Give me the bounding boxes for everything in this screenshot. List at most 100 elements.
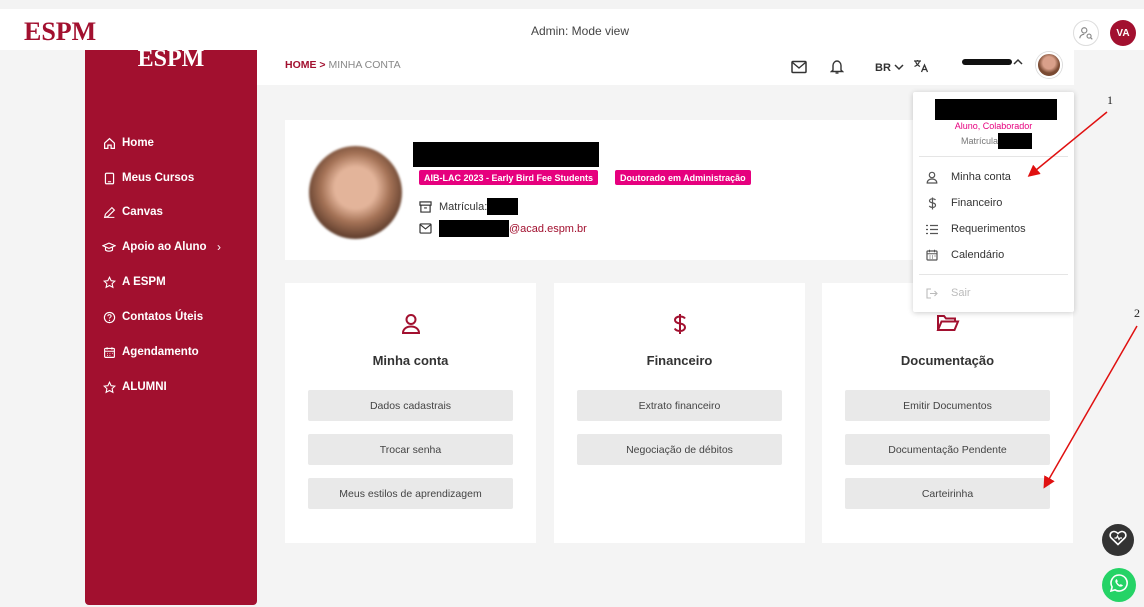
annotation-number-1: 1 — [1107, 93, 1113, 107]
trocar-senha-button[interactable]: Trocar senha — [308, 434, 513, 465]
dropdown-item-financeiro[interactable]: Financeiro — [925, 195, 1002, 211]
dollar-icon — [554, 313, 805, 340]
card-financeiro: Financeiro Extrato financeiro Negociação… — [554, 283, 805, 543]
folder-open-icon — [822, 313, 1073, 338]
card-title: Financeiro — [646, 353, 713, 368]
bell-icon[interactable] — [830, 55, 844, 79]
sidebar-item-label: Agendamento — [122, 346, 199, 358]
mail-icon[interactable] — [791, 55, 807, 79]
sidebar-item-label: Home — [122, 137, 154, 149]
annotation-number-2: 2 — [1134, 306, 1140, 320]
user-icon — [925, 171, 939, 184]
emitir-documentos-button[interactable]: Emitir Documentos — [845, 390, 1050, 421]
accessibility-heart-button[interactable] — [1102, 524, 1134, 556]
user-dropdown-menu: Aluno, Colaborador Matrícula Minha conta… — [913, 92, 1074, 312]
breadcrumb: HOME > MINHA CONTA — [285, 59, 401, 71]
language-code: BR — [875, 61, 891, 74]
breadcrumb-separator: > — [319, 59, 326, 71]
dropdown-matricula-label: Matrícula — [961, 136, 999, 146]
extrato-financeiro-button[interactable]: Extrato financeiro — [577, 390, 782, 421]
main-header: HOME > MINHA CONTA BR — [257, 50, 1074, 85]
sidebar-item-meus-cursos[interactable]: Meus Cursos — [102, 168, 194, 188]
profile-name-redacted — [413, 142, 599, 167]
calendar-icon — [102, 345, 116, 359]
matricula-label: Matrícula: — [439, 200, 488, 213]
dropdown-item-minha-conta[interactable]: Minha conta — [925, 169, 1011, 185]
sidebar-item-home[interactable]: Home — [102, 133, 154, 153]
dropdown-divider — [919, 156, 1068, 157]
star-icon — [102, 275, 116, 289]
graduation-cap-icon — [102, 240, 116, 254]
sidebar-item-agendamento[interactable]: Agendamento — [102, 342, 199, 362]
translate-icon — [913, 59, 929, 76]
sidebar-item-label: Meus Cursos — [122, 172, 195, 184]
question-circle-icon — [102, 310, 116, 324]
chevron-down-icon — [894, 62, 904, 74]
logout-icon — [925, 287, 939, 299]
heart-icon — [1109, 530, 1127, 551]
dropdown-item-calendario[interactable]: Calendário — [925, 247, 1004, 263]
sidebar-item-canvas[interactable]: Canvas — [102, 202, 163, 222]
card-title: Minha conta — [372, 353, 449, 368]
home-icon — [102, 136, 116, 150]
mail-icon — [419, 223, 433, 234]
email-row: @acad.espm.br — [419, 220, 587, 237]
sidebar-item-label: A ESPM — [122, 276, 166, 288]
dropdown-item-label: Requerimentos — [951, 223, 1026, 235]
profile-photo — [309, 146, 402, 239]
card-title: Documentação — [900, 353, 995, 368]
sidebar-item-a-espm[interactable]: A ESPM — [102, 272, 166, 292]
dropdown-item-label: Financeiro — [951, 197, 1003, 209]
user-avatar[interactable] — [1036, 52, 1062, 78]
sidebar-logo[interactable]: ESPM — [85, 46, 257, 73]
dollar-icon — [925, 197, 939, 210]
chevron-up-icon[interactable] — [1013, 55, 1023, 69]
star-icon — [102, 380, 116, 394]
dropdown-item-label: Calendário — [951, 249, 1005, 261]
sidebar-item-label: ALUMNI — [122, 381, 167, 393]
dropdown-item-requerimentos[interactable]: Requerimentos — [925, 221, 1026, 237]
carteirinha-button[interactable]: Carteirinha — [845, 478, 1050, 509]
user-name-redacted[interactable] — [962, 59, 1012, 65]
dados-cadastrais-button[interactable]: Dados cadastrais — [308, 390, 513, 421]
sidebar-item-label: Apoio ao Aluno — [122, 241, 207, 253]
sidebar: ESPM Home Meus Cursos Canvas Apoio ao Al… — [85, 46, 257, 605]
dropdown-matricula: Matrícula — [961, 133, 1033, 149]
matricula-redacted — [487, 198, 519, 215]
email-redacted — [439, 220, 509, 237]
card-documentacao: Documentação Emitir Documentos Documenta… — [822, 283, 1073, 543]
admin-topbar: ESPM Admin: Mode view VA — [0, 0, 1144, 50]
email-domain[interactable]: @acad.espm.br — [509, 223, 587, 235]
dropdown-item-label: Sair — [951, 287, 971, 299]
language-selector[interactable]: BR — [875, 59, 929, 76]
sidebar-item-contatos-uteis[interactable]: Contatos Úteis — [102, 307, 203, 327]
negociacao-debitos-button[interactable]: Negociação de débitos — [577, 434, 782, 465]
dropdown-item-sair[interactable]: Sair — [925, 285, 971, 301]
dropdown-roles: Aluno, Colaborador — [954, 121, 1033, 131]
chevron-right-icon: › — [217, 240, 221, 254]
dropdown-item-label: Minha conta — [951, 171, 1011, 183]
calendar-icon — [925, 249, 939, 261]
dropdown-divider — [919, 274, 1068, 275]
whatsapp-button[interactable] — [1102, 568, 1136, 602]
tablet-icon — [102, 171, 116, 185]
documentacao-pendente-button[interactable]: Documentação Pendente — [845, 434, 1050, 465]
user-icon — [285, 313, 536, 340]
archive-icon — [419, 200, 433, 213]
list-icon — [925, 224, 939, 235]
sidebar-item-apoio-ao-aluno[interactable]: Apoio ao Aluno › — [102, 237, 252, 257]
matricula-row: Matrícula: — [419, 198, 519, 215]
estilos-aprendizagem-button[interactable]: Meus estilos de aprendizagem — [308, 478, 513, 509]
program-chip: Doutorado em Administração — [615, 170, 751, 185]
card-minha-conta: Minha conta Dados cadastrais Trocar senh… — [285, 283, 536, 543]
admin-avatar[interactable]: VA — [1110, 20, 1136, 46]
sidebar-item-alumni[interactable]: ALUMNI — [102, 377, 167, 397]
user-search-icon[interactable] — [1073, 20, 1099, 46]
admin-mode-label: Admin: Mode view — [530, 24, 630, 38]
dropdown-matricula-redacted — [998, 133, 1033, 149]
sidebar-item-label: Canvas — [122, 206, 163, 218]
breadcrumb-current: MINHA CONTA — [328, 59, 401, 71]
dropdown-name-redacted — [935, 99, 1057, 120]
breadcrumb-home[interactable]: HOME — [285, 59, 317, 71]
whatsapp-icon — [1109, 573, 1129, 598]
